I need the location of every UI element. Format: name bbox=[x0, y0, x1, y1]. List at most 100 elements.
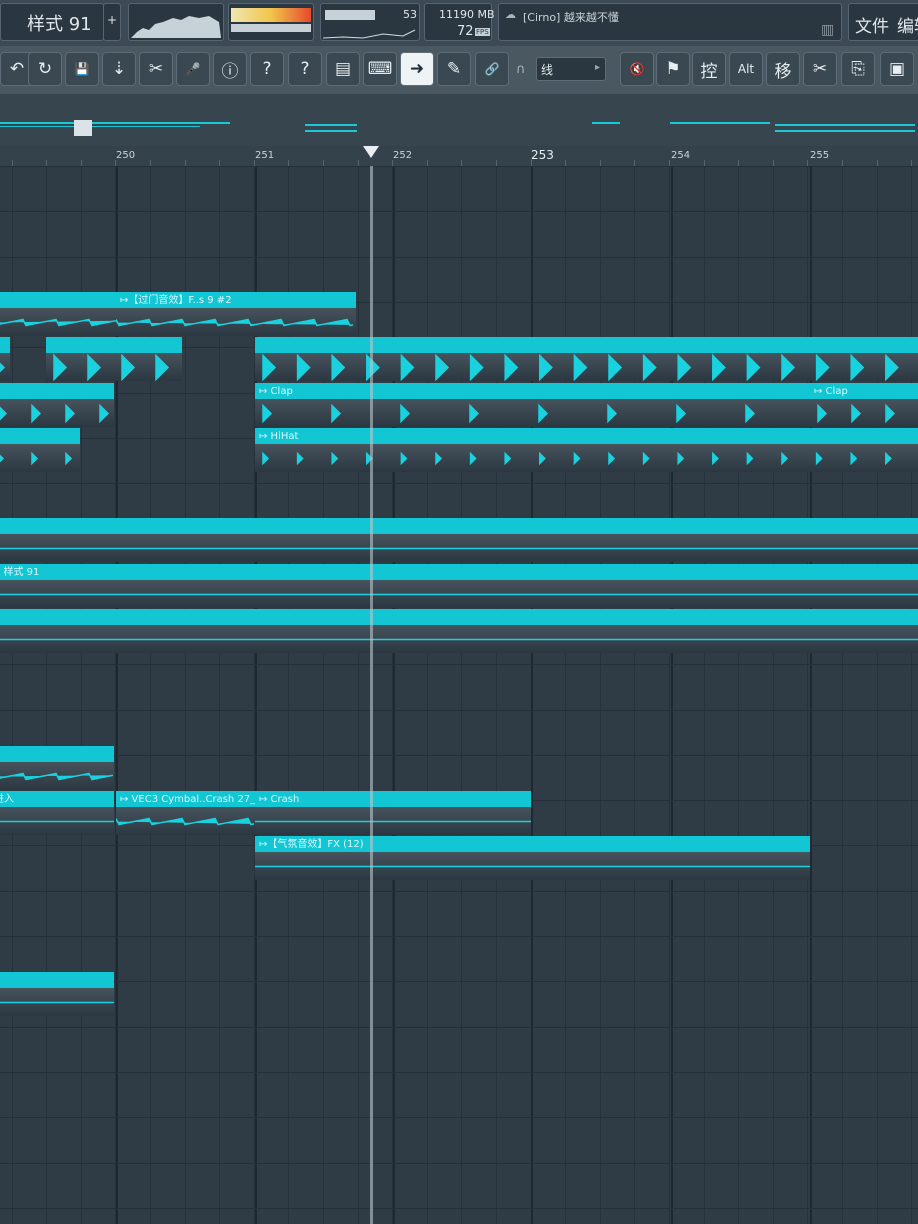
beat-line bbox=[704, 166, 705, 1224]
mic-button[interactable]: 🎤 bbox=[176, 52, 210, 86]
clip-body bbox=[0, 308, 118, 336]
clip-body bbox=[46, 353, 182, 381]
memory-meter: 11190 MB 72 FPS bbox=[424, 3, 495, 41]
menu-file[interactable]: 文件 bbox=[855, 12, 889, 37]
ruler-mark: 253 bbox=[531, 148, 554, 162]
copy-button[interactable]: ⎘ bbox=[841, 52, 875, 86]
playlist-clip[interactable]: ↦【气氛音效】FX (12) bbox=[255, 836, 810, 880]
save-button[interactable]: 💾 bbox=[65, 52, 99, 86]
info-button[interactable]: ⓘ bbox=[213, 52, 247, 86]
beat-line bbox=[427, 166, 428, 1224]
clip-header: ∃ 样式 91 bbox=[0, 565, 918, 580]
paste-button[interactable]: ▣ bbox=[880, 52, 914, 86]
clip-header: ↦ VEC3 Cymbal..Crash 27_2 bbox=[116, 792, 256, 807]
playlist-clip[interactable] bbox=[0, 518, 918, 562]
clip-header bbox=[0, 338, 10, 353]
mute-icon: 🔇 bbox=[629, 62, 645, 76]
snap-select[interactable]: 线 ▸ bbox=[536, 57, 606, 81]
playlist-clip[interactable]: ↦ Clap bbox=[810, 383, 918, 427]
clip-header bbox=[255, 338, 918, 353]
playlist-clip[interactable]: ↦【过门音效】F..s 9 #2 bbox=[116, 292, 356, 336]
cloud-icon: ☁ bbox=[505, 8, 516, 21]
brush-icon: ✎ bbox=[446, 59, 462, 79]
clip-header: ↦ Clap bbox=[255, 384, 810, 399]
alt-button[interactable]: Alt bbox=[729, 52, 763, 86]
save-icon: 💾 bbox=[74, 62, 90, 76]
clip-body bbox=[255, 807, 531, 835]
playlist-overview[interactable] bbox=[0, 94, 918, 146]
clip-header bbox=[46, 338, 182, 353]
playlist-clip[interactable]: ↦ Crash bbox=[255, 791, 531, 835]
bar-line bbox=[810, 166, 812, 1224]
playlist-clip[interactable] bbox=[46, 337, 182, 381]
clip-body bbox=[0, 399, 114, 427]
clip-body bbox=[0, 444, 80, 472]
playlist-clip[interactable] bbox=[0, 383, 114, 427]
beat-line bbox=[911, 166, 912, 1224]
snap-icon: ▤ bbox=[334, 59, 352, 79]
playlist-clip[interactable]: ↦ VEC3 Cymbal..Crash 27_2 bbox=[116, 791, 256, 835]
clip-body bbox=[0, 534, 918, 562]
playlist-clip[interactable] bbox=[0, 609, 918, 653]
render-button[interactable]: ⇣ bbox=[102, 52, 136, 86]
control-button[interactable]: 控 bbox=[692, 52, 726, 86]
brush-button[interactable]: ✎ bbox=[437, 52, 471, 86]
cut-button[interactable]: ✂ bbox=[139, 52, 173, 86]
scissors-button[interactable]: ✂ bbox=[803, 52, 837, 86]
clip-header bbox=[0, 429, 80, 444]
cut-icon: ✂ bbox=[148, 59, 164, 79]
add-pattern-button[interactable]: + bbox=[103, 3, 121, 41]
keyboard-button[interactable]: ⌨ bbox=[363, 52, 397, 86]
clip-header bbox=[0, 973, 114, 988]
playlist-clip[interactable]: ↦ HiHat bbox=[255, 428, 918, 472]
playlist-grid[interactable]: ↦【过门音效】F..s 9 #2 ↦ Clap↦ Clap ↦ HiHat ∃ 样式 … bbox=[0, 166, 918, 1224]
menu-edit[interactable]: 编辑 bbox=[897, 12, 918, 37]
mute-button[interactable]: 🔇 bbox=[620, 52, 654, 86]
playlist-clip[interactable] bbox=[255, 337, 918, 381]
track-row-divider bbox=[0, 483, 918, 484]
clip-body bbox=[255, 444, 918, 472]
snap-button[interactable]: ▤ bbox=[326, 52, 360, 86]
clip-header: ↦【气氛音效】FX (12) bbox=[255, 837, 810, 852]
info-icon: ⓘ bbox=[221, 61, 239, 82]
pattern-selector[interactable]: 样式 91 bbox=[0, 3, 104, 41]
link-button[interactable]: 🔗 bbox=[475, 52, 509, 86]
arrow-button[interactable]: ➜ bbox=[400, 52, 434, 86]
playlist-clip[interactable] bbox=[0, 972, 114, 1016]
playlist-clip[interactable]: ↦ Clap bbox=[255, 383, 810, 427]
playlist-clip[interactable]: ∃ 样式 91 bbox=[0, 564, 918, 608]
beat-line bbox=[358, 166, 359, 1224]
move-button[interactable]: 移 bbox=[766, 52, 800, 86]
beat-line bbox=[565, 166, 566, 1224]
playlist-clip[interactable] bbox=[0, 292, 118, 336]
playlist-clip[interactable] bbox=[0, 746, 114, 790]
arrow-icon: ➜ bbox=[409, 59, 425, 79]
playlist-clip[interactable]: 进入 bbox=[0, 791, 114, 835]
bar-line bbox=[671, 166, 673, 1224]
timeline-ruler[interactable]: 250 251 252 253 254 255 bbox=[0, 146, 918, 166]
stamp-button[interactable]: ⚑ bbox=[656, 52, 690, 86]
master-volume-meter bbox=[228, 3, 314, 41]
help-bubble-button[interactable]: ? bbox=[250, 52, 284, 86]
clip-body bbox=[0, 625, 918, 653]
beat-line bbox=[842, 166, 843, 1224]
track-row-divider bbox=[0, 211, 918, 212]
ruler-mark: 252 bbox=[393, 150, 413, 161]
playlist-clip[interactable] bbox=[0, 337, 10, 381]
clip-body bbox=[116, 807, 256, 835]
track-row-divider bbox=[0, 936, 918, 937]
loop-button[interactable]: ↻ bbox=[28, 52, 62, 86]
question-button[interactable]: ? bbox=[288, 52, 322, 86]
clip-body bbox=[0, 762, 114, 790]
copy-icon: ⎘ bbox=[851, 59, 865, 79]
scissors-icon: ✂ bbox=[812, 59, 828, 79]
clip-header: ↦ Clap bbox=[810, 384, 918, 399]
poly-value: 72 bbox=[457, 24, 474, 39]
ruler-mark: 254 bbox=[671, 150, 691, 161]
playhead-marker-icon[interactable] bbox=[363, 146, 379, 160]
playlist-clip[interactable] bbox=[0, 428, 80, 472]
headphones-icon: ∩ bbox=[516, 62, 526, 77]
main-menu: 文件 编辑 bbox=[848, 3, 918, 41]
clip-header bbox=[0, 747, 114, 762]
loop-icon: ↻ bbox=[37, 59, 53, 79]
